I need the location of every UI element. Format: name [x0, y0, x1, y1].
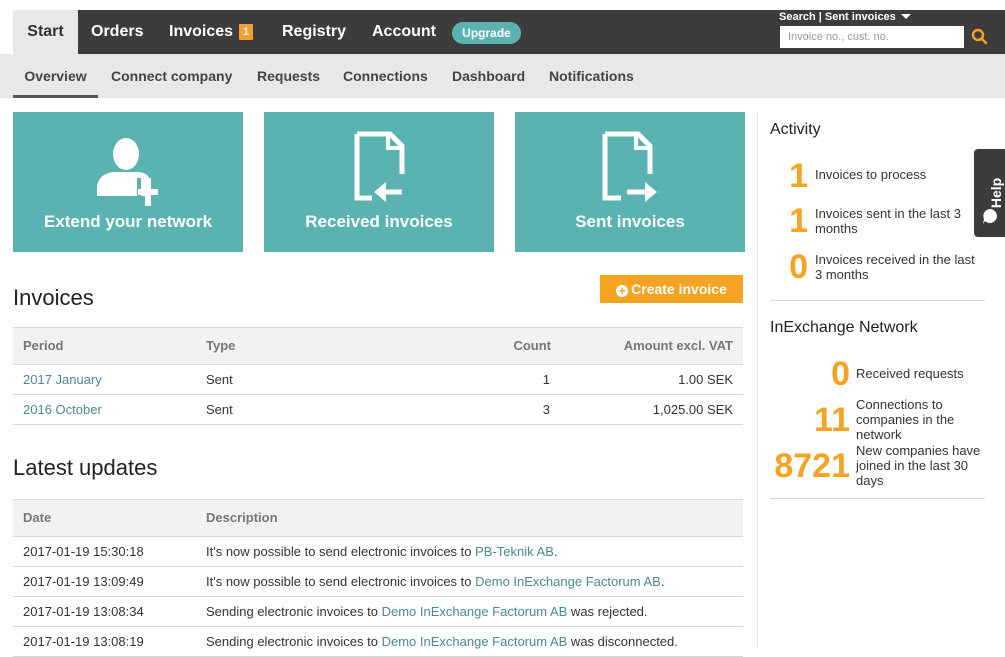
update-text-end: . [553, 544, 558, 559]
latest-updates-heading: Latest updates [13, 455, 158, 480]
update-text: Sending electronic invoices to [206, 604, 382, 619]
search-scope-label: Search | Sent invoices [779, 11, 896, 23]
nav-tab-registry-label: Registry [282, 23, 347, 40]
nav-tab-start[interactable]: Start [13, 10, 78, 54]
subnav-notifications[interactable]: Notifications [549, 54, 634, 98]
activity-stat-value: 1 [789, 157, 808, 195]
column-header-date[interactable]: Date [23, 500, 51, 536]
company-link[interactable]: PB-Teknik AB [475, 544, 554, 559]
received-document-icon [354, 131, 405, 202]
network-stat-value: 0 [831, 355, 850, 393]
subnav-overview[interactable]: Overview [13, 54, 98, 98]
nav-tab-start-label: Start [27, 23, 64, 40]
update-text: It's now possible to send electronic inv… [206, 574, 476, 589]
subnav-requests[interactable]: Requests [257, 54, 320, 98]
invoice-type: Sent [206, 402, 233, 417]
activity-stat-value: 0 [789, 248, 808, 286]
subnav-connections[interactable]: Connections [343, 54, 428, 98]
invoice-amount: 1.00 SEK [678, 372, 733, 387]
invoices-table: Period Type Count Amount excl. VAT 2017 … [13, 327, 743, 425]
sent-document-icon [602, 131, 657, 202]
update-date: 2017-01-19 13:08:19 [23, 634, 144, 649]
invoice-count: 1 [542, 372, 550, 387]
received-invoices-tile[interactable]: Received invoices [264, 112, 494, 252]
period-link[interactable]: 2016 October [23, 395, 102, 424]
column-header-period[interactable]: Period [23, 328, 63, 364]
nav-tab-orders[interactable]: Orders [91, 10, 143, 54]
subnav-connect-company[interactable]: Connect company [111, 54, 232, 98]
top-navigation-bar: Start Orders Invoices 1 Registry Account … [0, 0, 1005, 54]
tile-sent-label: Sent invoices [575, 212, 685, 231]
activity-stat-value: 1 [789, 202, 808, 240]
network-stat-label[interactable]: New companies have joined in the last 30… [856, 443, 981, 488]
network-stat-value: 11 [814, 401, 850, 439]
invoices-heading: Invoices [13, 285, 94, 310]
subnav-dashboard[interactable]: Dashboard [452, 54, 525, 98]
update-date: 2017-01-19 13:08:34 [23, 604, 144, 619]
add-user-icon [97, 138, 158, 206]
invoice-type: Sent [206, 372, 233, 387]
network-stat-label[interactable]: Connections to companies in the network [856, 397, 981, 442]
update-date: 2017-01-19 15:30:18 [23, 544, 144, 559]
invoice-count: 3 [542, 402, 550, 417]
table-row: 2017-01-19 13:08:19 Sending electronic i… [13, 627, 743, 657]
sidebar-divider [757, 112, 758, 647]
company-link[interactable]: Demo InExchange Factorum AB [382, 604, 568, 619]
update-description: Sending electronic invoices to Demo InEx… [206, 627, 678, 656]
table-row: 2017-01-19 15:30:18 It's now possible to… [13, 537, 743, 567]
table-row: 2016 October Sent 3 1,025.00 SEK [13, 395, 743, 425]
table-row: 2017-01-19 13:09:49 It's now possible to… [13, 567, 743, 597]
activity-heading: Activity [770, 121, 821, 138]
sub-navigation: Overview Connect company Requests Connec… [0, 54, 1005, 98]
column-header-description[interactable]: Description [206, 500, 278, 536]
update-description: It's now possible to send electronic inv… [206, 537, 558, 566]
activity-stat-label[interactable]: Invoices received in the last 3 months [815, 252, 980, 282]
invoices-table-header: Period Type Count Amount excl. VAT [13, 327, 743, 365]
nav-tab-invoices[interactable]: Invoices 1 [169, 10, 254, 54]
column-header-amount[interactable]: Amount excl. VAT [573, 328, 733, 364]
plus-circle-icon: + [616, 285, 629, 297]
update-text-end: . [660, 574, 665, 589]
tile-network-label: Extend your network [43, 212, 213, 231]
activity-stat-label[interactable]: Invoices sent in the last 3 months [815, 206, 980, 236]
nav-tab-account-label: Account [372, 23, 436, 40]
column-header-type[interactable]: Type [206, 328, 235, 364]
upgrade-button[interactable]: Upgrade [452, 22, 521, 44]
search-input[interactable] [780, 26, 964, 48]
create-invoice-button[interactable]: + Create invoice [600, 275, 743, 303]
invoices-count-badge: 1 [239, 24, 254, 40]
sent-invoices-tile[interactable]: Sent invoices [515, 112, 745, 252]
sidebar-divider-line [770, 300, 985, 301]
chevron-down-icon [900, 14, 911, 19]
network-stat-label[interactable]: Received requests [856, 366, 981, 381]
table-row: 2017 January Sent 1 1.00 SEK [13, 365, 743, 395]
nav-tab-account[interactable]: Account [372, 10, 436, 54]
nav-tab-orders-label: Orders [91, 23, 144, 40]
sidebar-divider-line [770, 498, 985, 499]
update-description: Sending electronic invoices to Demo InEx… [206, 597, 648, 626]
search-scope-dropdown[interactable]: Search | Sent invoices [779, 11, 911, 23]
extend-network-tile[interactable]: Extend your network [13, 112, 243, 252]
nav-tab-invoices-label: Invoices [169, 23, 234, 40]
column-header-count[interactable]: Count [443, 328, 551, 364]
period-link[interactable]: 2017 January [23, 365, 102, 394]
update-date: 2017-01-19 13:09:49 [23, 574, 144, 589]
tile-received-label: Received invoices [305, 212, 453, 231]
update-text-end: was rejected. [567, 604, 648, 619]
updates-table-header: Date Description [13, 499, 743, 537]
company-link[interactable]: Demo InExchange Factorum AB [475, 574, 661, 589]
network-heading: InExchange Network [770, 319, 918, 336]
nav-tab-registry[interactable]: Registry [282, 10, 346, 54]
updates-table: Date Description 2017-01-19 15:30:18 It'… [13, 499, 743, 657]
activity-stat-label[interactable]: Invoices to process [815, 167, 980, 182]
network-stat-value: 8721 [774, 447, 850, 485]
update-description: It's now possible to send electronic inv… [206, 567, 664, 596]
invoice-amount: 1,025.00 SEK [652, 402, 733, 417]
search-icon[interactable] [970, 27, 990, 47]
table-row: 2017-01-19 13:08:34 Sending electronic i… [13, 597, 743, 627]
help-tab[interactable]: Help [974, 149, 1005, 237]
chat-bubble-icon [983, 209, 997, 224]
create-invoice-label: Create invoice [631, 281, 727, 297]
update-text: It's now possible to send electronic inv… [206, 544, 476, 559]
